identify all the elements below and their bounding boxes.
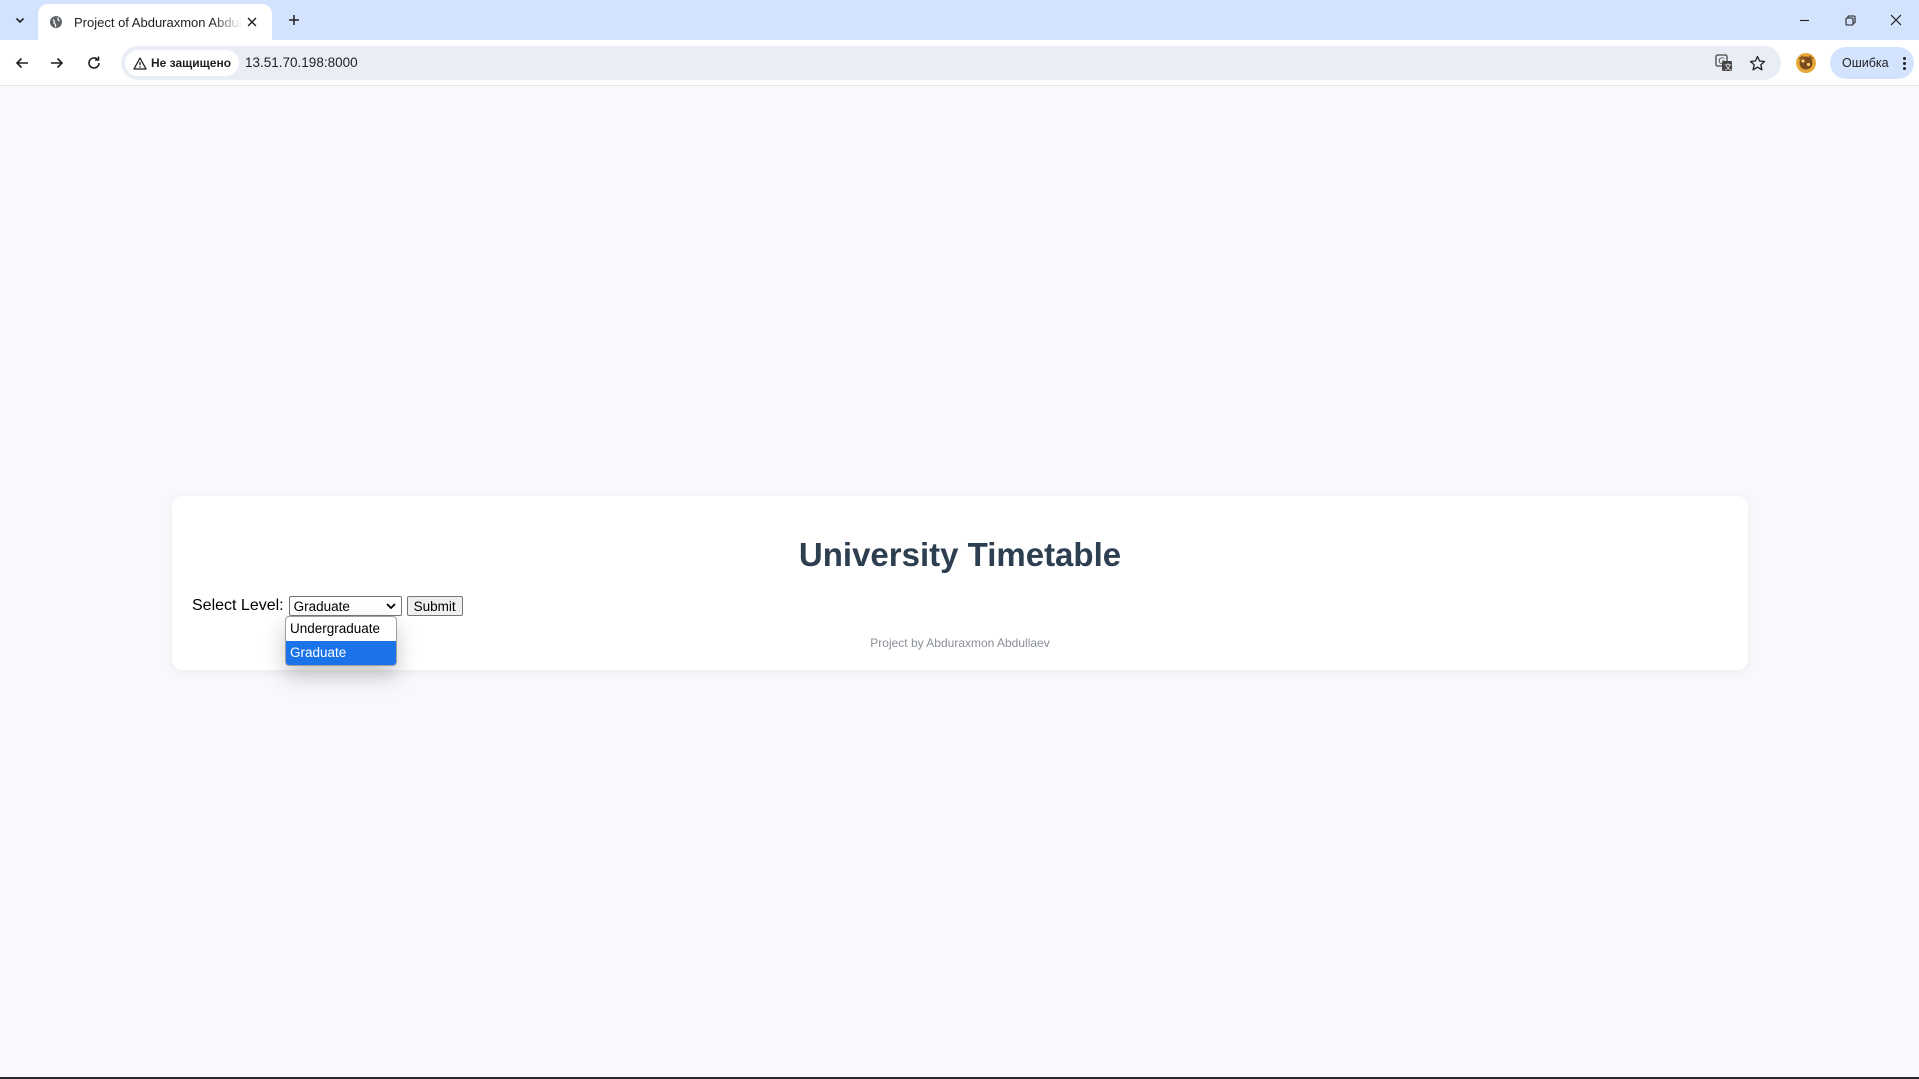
profile-button[interactable]: Ошибка bbox=[1830, 47, 1914, 79]
reload-icon bbox=[88, 56, 100, 69]
minimize-button[interactable] bbox=[1781, 0, 1827, 40]
level-select-value: Graduate bbox=[293, 598, 350, 614]
forward-button[interactable] bbox=[41, 47, 73, 79]
security-label: Не защищено bbox=[151, 56, 232, 70]
new-tab-button[interactable] bbox=[280, 8, 308, 32]
plus-icon bbox=[289, 15, 299, 25]
back-button[interactable] bbox=[6, 47, 38, 79]
tab-search-button[interactable] bbox=[6, 8, 34, 32]
address-bar[interactable]: Не защищено 13.51.70.198:8000 G文 bbox=[121, 46, 1781, 80]
select-level-label: Select Level: bbox=[192, 597, 284, 614]
kebab-menu-icon[interactable] bbox=[1903, 56, 1906, 70]
project-credit: Project by Abduraxmon Abdullaev bbox=[870, 636, 1050, 650]
tab-title: Project of Abduraxmon Abdullaev bbox=[74, 14, 242, 30]
close-icon[interactable] bbox=[242, 12, 262, 32]
submit-button[interactable]: Submit bbox=[406, 596, 463, 616]
page-title: University Timetable bbox=[798, 536, 1122, 573]
minimize-icon bbox=[1799, 19, 1809, 21]
translate-icon: G文 bbox=[1715, 54, 1732, 72]
reload-button[interactable] bbox=[78, 47, 110, 79]
arrow-right-icon bbox=[51, 57, 64, 69]
chevron-down-icon bbox=[15, 17, 25, 24]
extension-icon[interactable] bbox=[1794, 51, 1818, 75]
close-icon bbox=[1890, 14, 1902, 26]
translate-button[interactable]: G文 bbox=[1712, 51, 1736, 75]
browser-toolbar: Не защищено 13.51.70.198:8000 G文 Ошибка bbox=[0, 40, 1919, 86]
star-icon bbox=[1749, 55, 1765, 70]
level-form: Select Level: Graduate Submit bbox=[192, 596, 463, 616]
restore-icon bbox=[1844, 14, 1856, 26]
warning-icon bbox=[133, 56, 147, 70]
close-window-button[interactable] bbox=[1873, 0, 1919, 40]
level-select[interactable]: Graduate bbox=[288, 596, 402, 616]
chevron-down-icon bbox=[385, 603, 396, 610]
svg-text:文: 文 bbox=[1724, 62, 1732, 72]
timetable-card: University Timetable Select Level: Gradu… bbox=[172, 496, 1748, 670]
security-chip[interactable]: Не защищено bbox=[125, 50, 240, 76]
globe-icon bbox=[48, 14, 64, 30]
url-text[interactable]: 13.51.70.198:8000 bbox=[245, 55, 358, 70]
restore-button[interactable] bbox=[1827, 0, 1873, 40]
bookmark-button[interactable] bbox=[1745, 51, 1769, 75]
active-tab[interactable]: Project of Abduraxmon Abdullaev bbox=[38, 4, 272, 40]
profile-label: Ошибка bbox=[1842, 56, 1889, 70]
tab-strip: Project of Abduraxmon Abdullaev bbox=[0, 0, 1919, 40]
arrow-left-icon bbox=[15, 57, 28, 69]
